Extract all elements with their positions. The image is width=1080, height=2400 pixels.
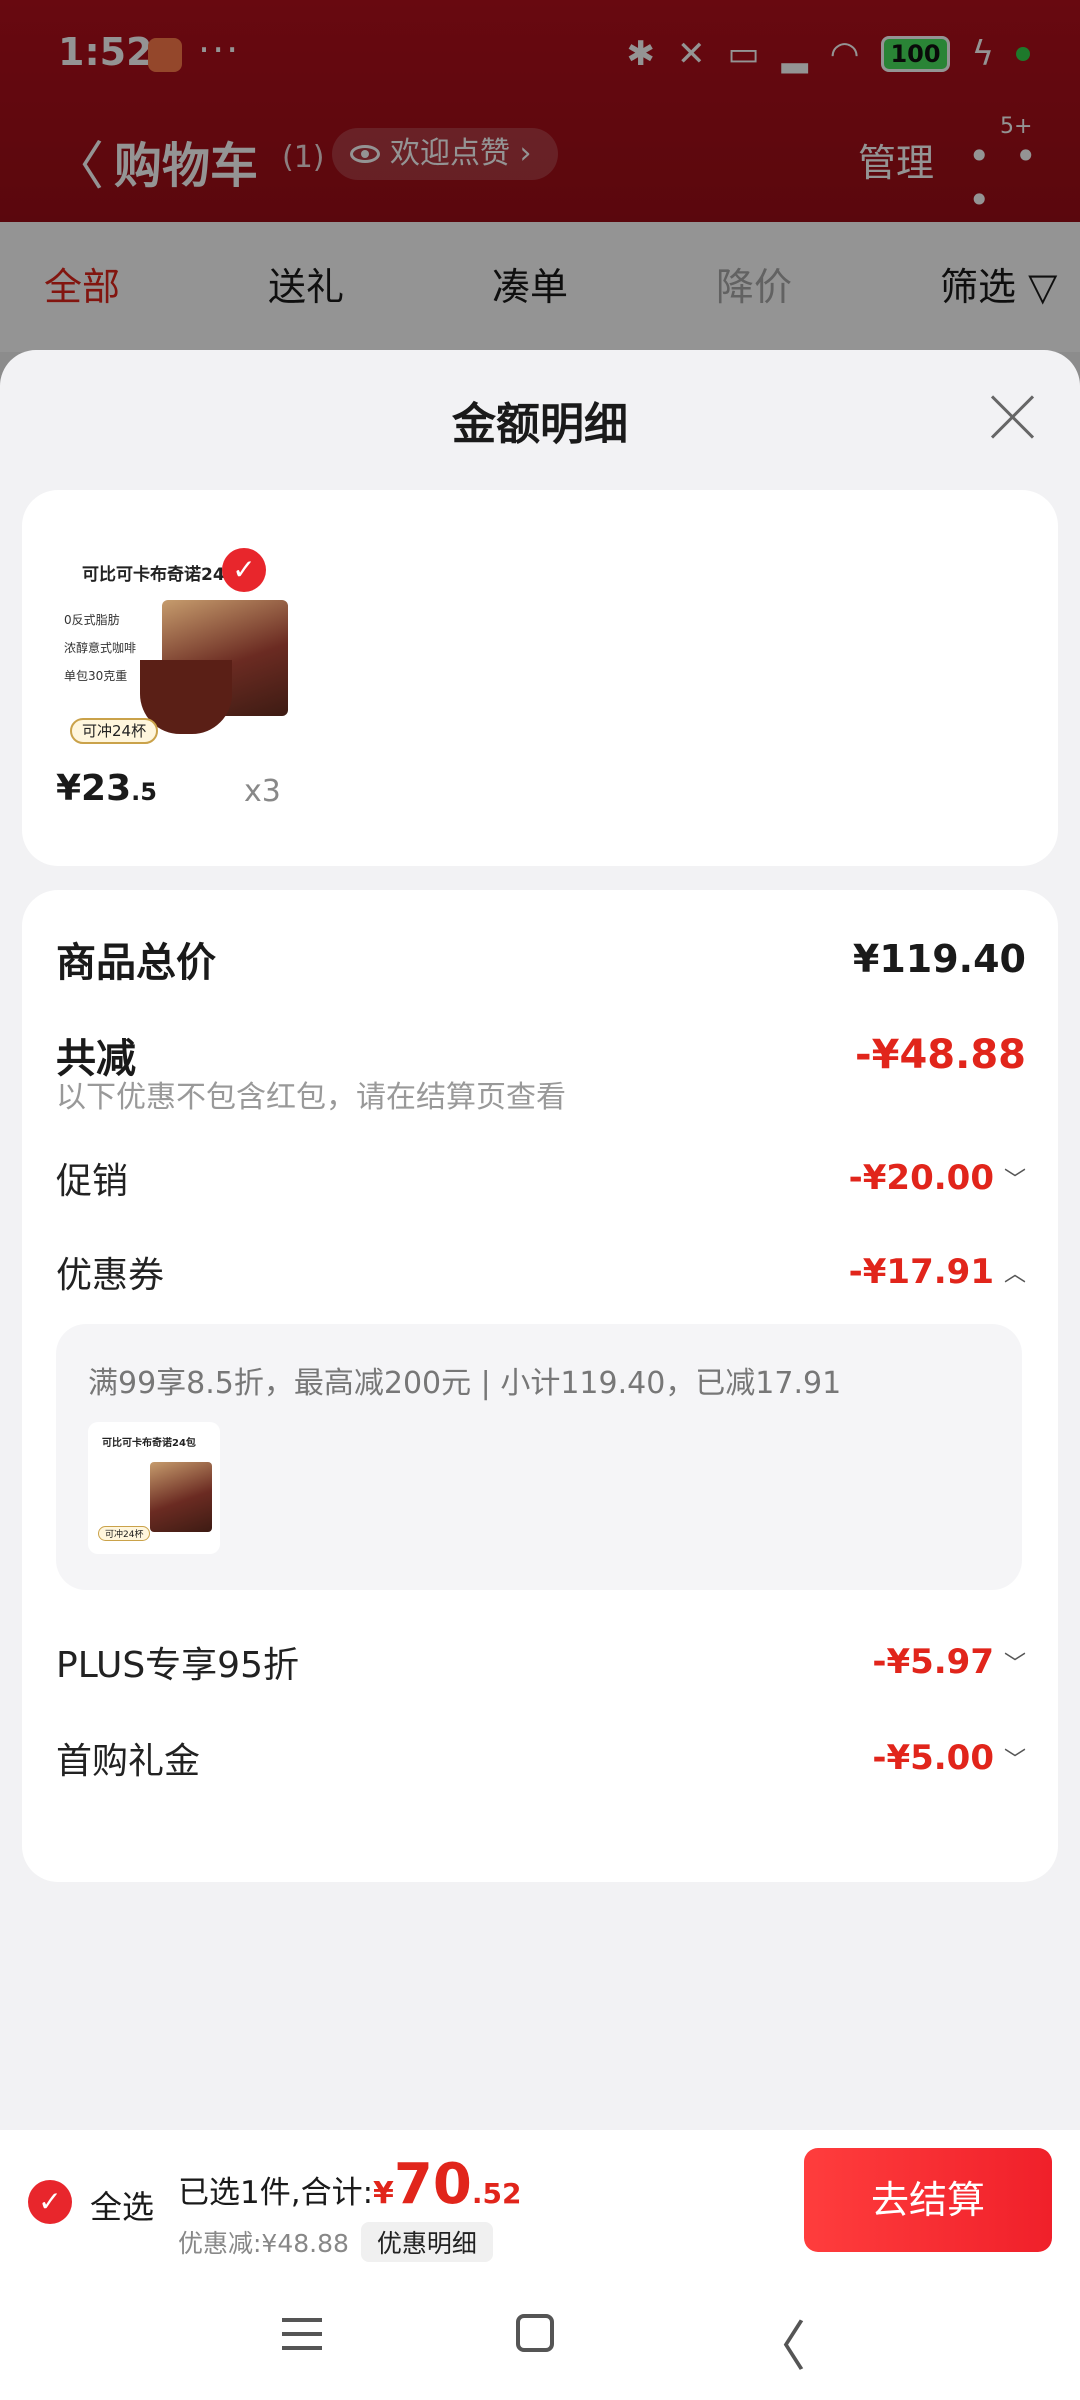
chevron-down-icon: ﹀: [1003, 1168, 1026, 1193]
price-detail-sheet: 金额明细 可比可卡布奇诺24 0反式脂肪 浓醇意式咖啡 单包30克重 可冲24杯…: [0, 350, 1080, 2130]
product-card: 可比可卡布奇诺24 0反式脂肪 浓醇意式咖啡 单包30克重 可冲24杯 ✓ ¥2…: [22, 490, 1058, 866]
discount-text: 优惠减:¥48.88: [178, 2229, 349, 2258]
promotion-amount: -¥20.00: [848, 1158, 994, 1198]
total-price-label: 商品总价: [56, 940, 216, 986]
product-image-pill: 可冲24杯: [70, 718, 159, 744]
system-back-icon[interactable]: 〈: [752, 2302, 806, 2381]
plus-discount-amount: -¥5.97: [872, 1642, 994, 1682]
promotion-label: 促销: [56, 1161, 129, 1202]
promotion-row[interactable]: 促销 -¥20.00 ﹀: [56, 1152, 1026, 1204]
chevron-up-icon: ︿: [1003, 1262, 1026, 1287]
checkout-button[interactable]: 去结算: [804, 2148, 1052, 2252]
discount-summary: 优惠减:¥48.88 优惠明细: [178, 2222, 493, 2262]
total-price-value: ¥119.40: [852, 937, 1026, 981]
first-purchase-amount: -¥5.00: [872, 1738, 994, 1778]
price-decimal: .5: [131, 778, 157, 806]
discount-detail-button[interactable]: 优惠明细: [360, 2222, 493, 2262]
select-all-label[interactable]: 全选: [90, 2182, 154, 2228]
coupon-detail-text: 满99享8.5折，最高减200元 | 小计119.40，已减17.91: [88, 1366, 842, 1401]
coupon-thumb-pill: 可冲24杯: [98, 1526, 151, 1541]
price-main: ¥23: [56, 768, 132, 809]
total-price-row: 商品总价 ¥119.40: [56, 930, 1026, 988]
sheet-title: 金额明细: [452, 399, 628, 450]
summary-prefix: 已选1件,合计:: [178, 2175, 374, 2211]
system-navigation: 〈: [0, 2270, 1080, 2400]
discount-note: 以下优惠不包含红包，请在结算页查看: [56, 1080, 566, 1115]
checkout-bar: ✓ 全选 已选1件,合计: ¥ 70 .52 优惠减:¥48.88 优惠明细 去…: [0, 2130, 1080, 2270]
coupon-label: 优惠券: [56, 1255, 165, 1296]
amount-detail-card: 商品总价 ¥119.40 共减 -¥48.88 以下优惠不包含红包，请在结算页查…: [22, 890, 1058, 1882]
product-image-title: 可比可卡布奇诺24: [82, 565, 225, 585]
plus-discount-label: PLUS专享95折: [56, 1645, 299, 1686]
promotion-value: -¥20.00 ﹀: [849, 1158, 1026, 1198]
chevron-down-icon: ﹀: [1003, 1748, 1026, 1773]
checkout-summary: 已选1件,合计: ¥ 70 .52: [178, 2152, 521, 2217]
coffee-box-graphic: [150, 1462, 212, 1532]
close-icon[interactable]: [988, 392, 1038, 442]
product-price: ¥23.5: [56, 768, 157, 809]
coupon-thumb-title: 可比可卡布奇诺24包: [102, 1438, 196, 1449]
plus-discount-value: -¥5.97 ﹀: [872, 1642, 1026, 1682]
first-purchase-value: -¥5.00 ﹀: [872, 1738, 1026, 1778]
summary-total-decimal: .52: [471, 2177, 522, 2210]
summary-total-integer: 70: [393, 2152, 472, 2217]
coupon-row[interactable]: 优惠券 -¥17.91 ︿: [56, 1246, 1026, 1298]
total-reduction-value: -¥48.88: [855, 1032, 1026, 1078]
feature-line: 0反式脂肪: [64, 613, 120, 627]
first-purchase-row[interactable]: 首购礼金 -¥5.00 ﹀: [56, 1732, 1026, 1784]
chevron-down-icon: ﹀: [1003, 1652, 1026, 1677]
select-all-checkbox[interactable]: ✓: [28, 2180, 72, 2224]
plus-discount-row[interactable]: PLUS专享95折 -¥5.97 ﹀: [56, 1636, 1026, 1688]
first-purchase-label: 首购礼金: [56, 1741, 201, 1782]
coupon-detail-box: 满99享8.5折，最高减200元 | 小计119.40，已减17.91 可比可卡…: [56, 1324, 1022, 1590]
product-quantity: x3: [244, 774, 281, 809]
coupon-product-image[interactable]: 可比可卡布奇诺24包 可冲24杯: [88, 1422, 220, 1554]
feature-line: 浓醇意式咖啡: [64, 641, 137, 655]
selected-check-icon: ✓: [222, 548, 266, 592]
home-icon[interactable]: [516, 2314, 554, 2352]
coupon-amount: -¥17.91: [848, 1252, 994, 1292]
coupon-value: -¥17.91 ︿: [849, 1252, 1026, 1292]
recent-apps-icon[interactable]: [282, 2318, 322, 2350]
summary-currency: ¥: [373, 2176, 394, 2211]
